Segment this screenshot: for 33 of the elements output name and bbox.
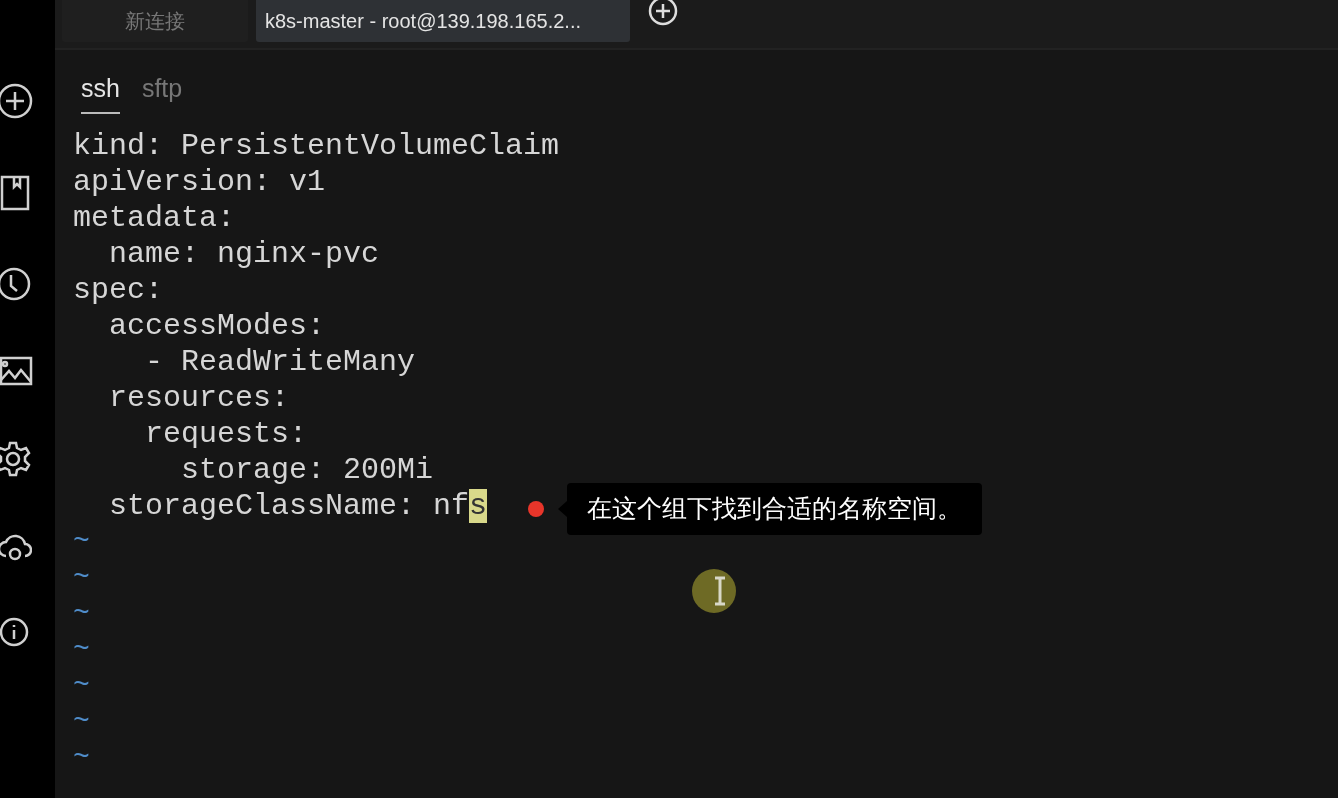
connection-tab[interactable]: 新连接 xyxy=(62,0,248,42)
empty-line-tilde: ~ xyxy=(73,668,90,703)
code-line: resources: xyxy=(108,379,290,416)
code-line: apiVersion: v1 xyxy=(73,163,326,200)
text-cursor-icon xyxy=(713,576,727,606)
empty-line-tilde: ~ xyxy=(73,560,90,595)
bookmark-icon[interactable] xyxy=(0,174,32,212)
connection-tab[interactable]: k8s-master - root@139.198.165.2... xyxy=(256,0,630,42)
empty-line-tilde: ~ xyxy=(73,704,90,739)
add-icon[interactable] xyxy=(0,82,34,120)
empty-line-tilde: ~ xyxy=(73,596,90,631)
settings-icon[interactable] xyxy=(0,440,31,478)
protocol-tab[interactable]: ssh xyxy=(81,70,120,114)
protocol-tab[interactable]: sftp xyxy=(141,70,183,114)
clock-icon[interactable] xyxy=(0,266,32,302)
code-line: name: nginx-pvc xyxy=(108,235,380,272)
cloud-icon[interactable] xyxy=(0,532,32,562)
info-icon[interactable] xyxy=(0,616,30,648)
code-line: accessModes: xyxy=(108,307,326,344)
code-line: metadata: xyxy=(73,199,236,236)
code-line: spec: xyxy=(73,271,163,308)
code-line: requests: xyxy=(144,415,308,452)
code-line: - ReadWriteMany xyxy=(144,343,416,380)
caption-callout: 在这个组下找到合适的名称空间。 xyxy=(567,483,982,535)
empty-line-tilde: ~ xyxy=(73,632,90,667)
code-line: storageClassName: nf xyxy=(108,487,470,524)
code-line: kind: PersistentVolumeClaim xyxy=(73,127,560,164)
empty-line-tilde: ~ xyxy=(73,524,90,559)
empty-line-tilde: ~ xyxy=(73,740,90,775)
new-tab-icon[interactable] xyxy=(648,0,678,26)
code-line: storage: 200Mi xyxy=(180,451,434,488)
cursor-character: s xyxy=(469,488,488,523)
image-icon[interactable] xyxy=(0,356,34,386)
